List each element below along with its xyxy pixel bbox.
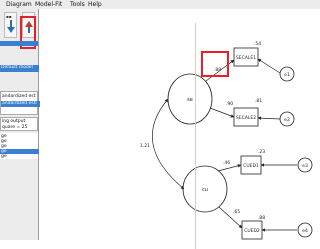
canvas-border — [195, 23, 196, 249]
estimates-std[interactable]: andardized esti — [1, 101, 40, 107]
estimates-std-label: andardized esti — [2, 101, 37, 106]
loading-label-1: .88 — [214, 67, 221, 73]
r-squared-4: .88 — [258, 215, 265, 221]
observed-cued1-label: CUED1 — [243, 163, 259, 169]
r-squared-1: .54 — [254, 41, 261, 47]
observed-secale2-label: SECALE2 — [236, 115, 256, 121]
down-arrow-icon — [7, 20, 15, 33]
list-item[interactable]: ge — [1, 154, 7, 159]
menu-model-fit[interactable]: Model-Fit — [35, 0, 62, 9]
menu-bar: Diagram Model-Fit Tools Help — [0, 0, 320, 9]
error-e2-label: e2 — [284, 117, 290, 123]
error-e1-label: e1 — [284, 72, 290, 78]
path-diagram: se cu 1.21 SECALE1 SECALE2 CUED1 CUED2 .… — [140, 41, 313, 240]
model-item-label: Default model — [1, 65, 33, 70]
loading-label-4: .65 — [233, 209, 240, 215]
model-item[interactable]: Default model — [0, 65, 39, 72]
chi-square: quare = 25 — [2, 125, 28, 130]
log-output[interactable]: ing output — [2, 119, 25, 124]
output-list[interactable]: ing output quare = 25 — [0, 117, 38, 131]
toolbar-button-1[interactable]: ▪▪ — [4, 12, 17, 38]
correlation-label: 1.21 — [140, 143, 150, 149]
error-e4-label: e4 — [302, 228, 308, 234]
estimates-list[interactable]: andardized est andardized esti — [0, 91, 40, 115]
error-e3-label: e3 — [302, 163, 308, 169]
r-squared-2: .81 — [255, 98, 262, 104]
path-diagram-canvas[interactable]: se cu 1.21 SECALE1 SECALE2 CUED1 CUED2 .… — [40, 9, 320, 249]
loading-label-3: .46 — [223, 160, 230, 166]
menu-diagram[interactable]: Diagram — [6, 0, 32, 9]
observed-cued2-label: CUED2 — [244, 228, 260, 234]
r-squared-3: .23 — [258, 149, 265, 155]
selection-bar-1 — [0, 41, 38, 46]
menu-help[interactable]: Help — [88, 0, 102, 9]
error-arrow-1[interactable] — [257, 58, 281, 74]
left-panel: ▪▪ ▪▪ Default model andardized est andar… — [0, 9, 40, 240]
latent-se-label: se — [187, 97, 193, 103]
menu-tools[interactable]: Tools — [70, 0, 85, 9]
estimates-unstd[interactable]: andardized est — [2, 94, 35, 99]
latent-cu-label: cu — [202, 187, 208, 193]
error-arrow-2[interactable] — [257, 116, 281, 120]
loading-label-2: .90 — [226, 101, 233, 107]
files-list[interactable]: ge ge ge ge ge — [0, 133, 39, 159]
loading-arrow-2[interactable] — [209, 107, 235, 118]
observed-secale1-label: SECALE1 — [236, 55, 256, 61]
